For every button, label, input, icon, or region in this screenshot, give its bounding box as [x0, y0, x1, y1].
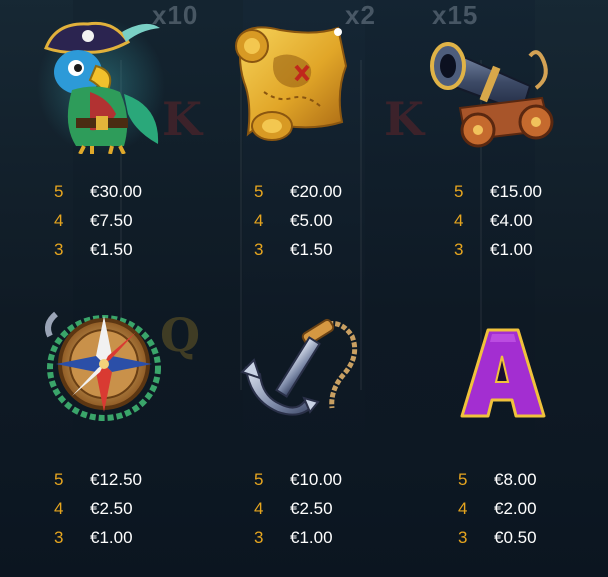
symbol-count: 3: [254, 528, 264, 547]
paytable-parrot: 5 €30.00 4 €7.50 3 €1.50: [54, 178, 174, 264]
payout-amount: €30.00: [90, 182, 142, 201]
cannon-symbol-icon: [426, 22, 566, 150]
symbol-count: 3: [54, 240, 64, 259]
symbol-count: 5: [458, 470, 468, 489]
symbol-count: 5: [454, 182, 464, 201]
payout-amount: €7.50: [90, 211, 133, 230]
payout-amount: €1.00: [290, 528, 333, 547]
compass-symbol-icon: [36, 306, 170, 430]
payout-amount: €10.00: [290, 470, 342, 489]
treasure-map-symbol-icon: [226, 22, 356, 144]
payout-amount: €2.00: [494, 499, 537, 518]
payout-amount: €2.50: [290, 499, 333, 518]
symbol-count: 3: [54, 528, 64, 547]
paytable-anchor: 5 €10.00 4 €2.50 3 €1.00: [254, 466, 374, 552]
symbol-count: 3: [254, 240, 264, 259]
payout-amount: €1.00: [90, 528, 133, 547]
payout-amount: €8.00: [494, 470, 537, 489]
symbol-count: 4: [54, 211, 64, 230]
symbol-count: 5: [254, 182, 264, 201]
payout-amount: €20.00: [290, 182, 342, 201]
payout-amount: €1.50: [90, 240, 133, 259]
payout-amount: €5.00: [290, 211, 333, 230]
anchor-symbol-icon: [240, 312, 362, 426]
payout-amount: €15.00: [490, 182, 542, 201]
payout-amount: €12.50: [90, 470, 142, 489]
paytable-cannon: 5 €15.00 4 €4.00 3 €1.00: [454, 178, 574, 264]
payout-amount: €4.00: [490, 211, 533, 230]
payout-amount: €2.50: [90, 499, 133, 518]
symbol-count: 4: [458, 499, 468, 518]
background-letter: K: [384, 92, 424, 146]
symbol-count: 4: [54, 499, 64, 518]
paytable-letter-a: 5 €8.00 4 €2.00 3 €0.50: [458, 466, 578, 552]
symbol-count: 5: [54, 182, 64, 201]
payout-amount: €1.50: [290, 240, 333, 259]
payout-amount: €0.50: [494, 528, 537, 547]
paytable-treasure-map: 5 €20.00 4 €5.00 3 €1.50: [254, 178, 374, 264]
symbol-count: 5: [54, 470, 64, 489]
parrot-symbol-icon: [36, 14, 166, 155]
symbol-count: 4: [254, 499, 264, 518]
symbol-count: 5: [254, 470, 264, 489]
symbol-count: 4: [254, 211, 264, 230]
symbol-count: 4: [454, 211, 464, 230]
payout-amount: €1.00: [490, 240, 533, 259]
symbol-count: 3: [458, 528, 468, 547]
background-letter: K: [162, 92, 202, 146]
symbol-count: 3: [454, 240, 464, 259]
letter-a-symbol-icon: [458, 326, 548, 420]
paytable-compass: 5 €12.50 4 €2.50 3 €1.00: [54, 466, 174, 552]
